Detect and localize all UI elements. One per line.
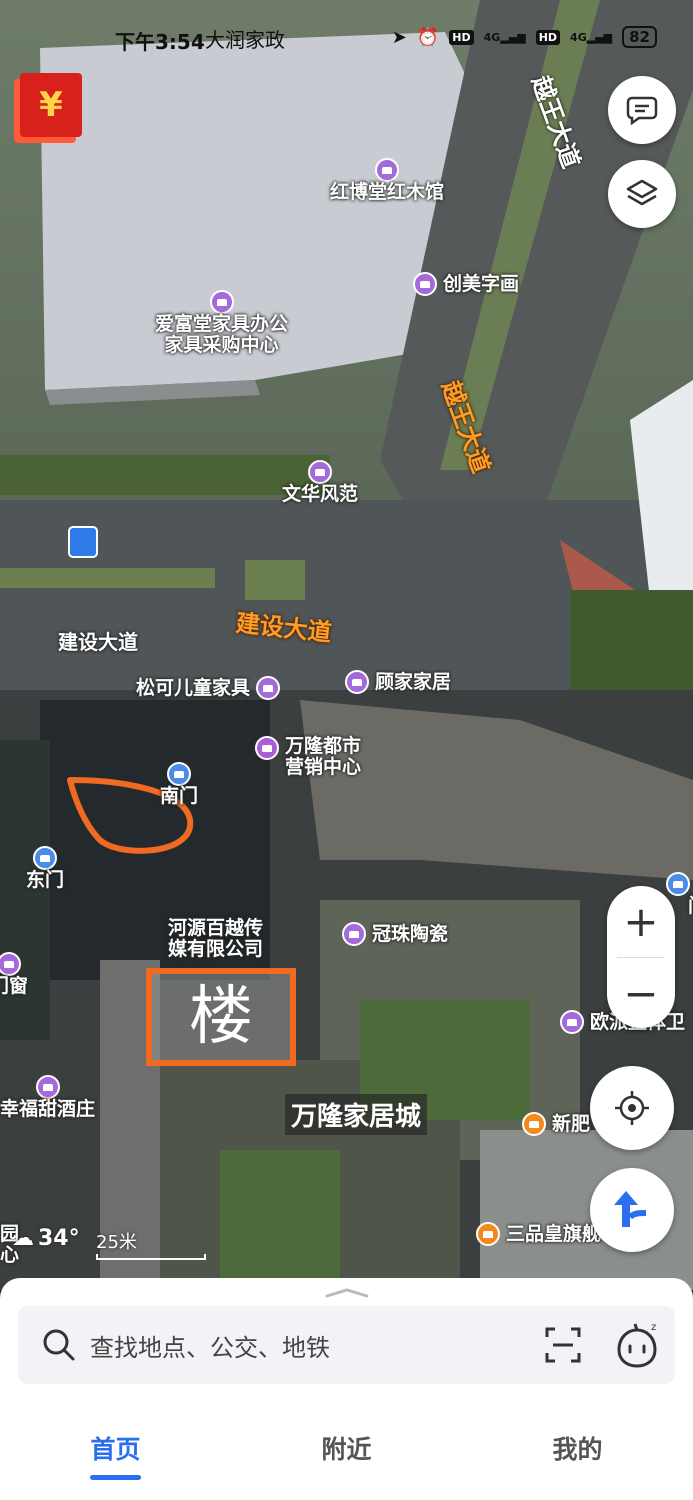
route-arrow-icon xyxy=(614,1191,647,1227)
area-label-wanlong-home[interactable]: 万隆家居城 xyxy=(285,1094,428,1135)
bus-stop[interactable] xyxy=(68,526,98,558)
poi-label: 门 xyxy=(688,896,693,917)
poi-songke[interactable]: 松可儿童家具 xyxy=(136,676,281,700)
assistant-icon[interactable]: z xyxy=(613,1320,661,1370)
poi-label: 松可儿童家具 xyxy=(136,676,251,699)
cloud-icon: ☁ xyxy=(12,1226,34,1251)
poi-pin-icon xyxy=(342,922,366,946)
poi-pin-icon xyxy=(413,272,437,296)
layers-icon xyxy=(626,179,658,206)
poi-label: 万隆都市 xyxy=(285,735,362,757)
poi-guanzhu[interactable]: 冠珠陶瓷 xyxy=(342,922,448,946)
poi-heyuan[interactable]: 河源百越传 媒有限公司 xyxy=(168,918,263,960)
locate-icon xyxy=(615,1091,649,1125)
tab-mine[interactable]: 我的 xyxy=(552,1430,602,1480)
zoom-out-button[interactable]: − xyxy=(607,958,675,1029)
tab-nearby[interactable]: 附近 xyxy=(321,1430,371,1480)
bottom-sheet: 查找地点、公交、地铁 z 首页 附近 我的 xyxy=(0,1278,693,1500)
search-placeholder: 查找地点、公交、地铁 xyxy=(90,1333,330,1362)
status-icons: ➤ ⏰ HD 4G▂▄▆ HD 4G▂▄▆ 82 xyxy=(392,26,657,48)
scale-label: 25米 xyxy=(96,1232,137,1253)
poi-label-2: 家具采购中心 xyxy=(164,334,279,356)
bottom-tab-bar: 首页 附近 我的 xyxy=(0,1410,693,1500)
poi-label: 东门 xyxy=(26,869,65,891)
status-bar: 下午3:54 大润家政 ➤ ⏰ HD 4G▂▄▆ HD 4G▂▄▆ 82 xyxy=(0,22,693,58)
poi-xingfutian[interactable]: 幸福甜酒庄 xyxy=(0,1075,95,1120)
poi-label: 门窗 xyxy=(0,975,29,997)
red-packet-icon[interactable]: ¥ xyxy=(20,73,82,137)
poi-label-2: 营销中心 xyxy=(285,756,362,778)
poi-pin-icon xyxy=(35,1075,60,1099)
location-arrow-icon: ➤ xyxy=(391,26,407,48)
chat-bubble-icon xyxy=(626,96,658,125)
scale-bar xyxy=(96,1254,206,1260)
poi-wanlong[interactable]: 万隆都市 营销中心 xyxy=(255,736,361,778)
poi-menchuang[interactable]: 门窗 xyxy=(0,952,28,997)
poi-chuangmei[interactable]: 创美字画 xyxy=(413,272,519,296)
poi-xinfei[interactable]: 新肥 xyxy=(522,1112,590,1136)
poi-pin-icon xyxy=(256,676,281,700)
annotation-box: 楼 xyxy=(146,968,296,1066)
search-bar[interactable]: 查找地点、公交、地铁 z xyxy=(18,1306,675,1384)
poi-hongbotang[interactable]: 红博堂红木馆 xyxy=(330,158,444,203)
zoom-in-button[interactable]: + xyxy=(607,886,675,957)
locate-button[interactable] xyxy=(590,1066,674,1150)
hd-badge: HD xyxy=(449,29,474,45)
svg-text:z: z xyxy=(651,1322,656,1333)
poi-south-gate[interactable]: 南门 xyxy=(160,762,198,807)
poi-pin-icon xyxy=(308,460,332,484)
signal-icon: 4G▂▄▆ xyxy=(483,30,526,44)
poi-label: 冠珠陶瓷 xyxy=(372,922,449,945)
poi-label: 爱富堂家具办公 xyxy=(155,313,289,335)
food-icon xyxy=(476,1222,500,1246)
layers-button[interactable] xyxy=(608,160,676,228)
poi-wenhua[interactable]: 文华风范 xyxy=(282,460,358,505)
poi-pin-icon xyxy=(345,670,369,694)
sheet-handle-icon[interactable] xyxy=(325,1288,369,1298)
scan-icon[interactable] xyxy=(543,1325,583,1365)
poi-pin-icon xyxy=(209,290,234,314)
poi-sanpin[interactable]: 三品皇旗舰 xyxy=(476,1222,601,1246)
hd-badge-2: HD xyxy=(535,29,561,45)
route-button[interactable] xyxy=(590,1168,674,1252)
poi-label: 三品皇旗舰 xyxy=(506,1222,602,1245)
poi-pin-icon xyxy=(375,158,399,182)
zoom-control: + − xyxy=(607,886,675,1028)
poi-gujia[interactable]: 顾家家居 xyxy=(345,670,451,694)
poi-label-2: 媒有限公司 xyxy=(168,938,264,960)
poi-pin-icon xyxy=(0,952,21,976)
gate-icon xyxy=(33,846,57,870)
poi-label: 红博堂红木馆 xyxy=(330,181,445,203)
poi-label: 顾家家居 xyxy=(375,670,452,693)
tab-home[interactable]: 首页 xyxy=(90,1430,141,1480)
weather-widget[interactable]: ☁ 34° xyxy=(12,1226,80,1251)
search-icon xyxy=(43,1329,75,1361)
poi-label: 创美字画 xyxy=(443,272,520,295)
food-icon xyxy=(522,1112,546,1136)
battery-indicator: 82 xyxy=(622,26,657,48)
status-time: 下午3:54 xyxy=(115,30,205,54)
poi-east-gate[interactable]: 东门 xyxy=(26,846,64,891)
bus-stop-icon xyxy=(68,526,98,558)
status-top-label: 大润家政 xyxy=(205,28,285,52)
signal-icon-2: 4G▂▄▆ xyxy=(570,30,613,44)
poi-aifutang[interactable]: 爱富堂家具办公 家具采购中心 xyxy=(155,290,288,356)
shopping-cart-icon xyxy=(255,736,279,760)
gate-icon xyxy=(167,762,191,786)
road-label-jianshe-white: 建设大道 xyxy=(58,630,138,654)
poi-label: 新肥 xyxy=(552,1112,591,1135)
poi-label: 南门 xyxy=(160,785,199,807)
poi-label: 河源百越传 xyxy=(168,917,264,939)
poi-pin-icon xyxy=(560,1010,584,1034)
poi-label: 文华风范 xyxy=(282,483,359,505)
alarm-icon: ⏰ xyxy=(416,26,440,48)
satellite-map[interactable]: 下午3:54 大润家政 ➤ ⏰ HD 4G▂▄▆ HD 4G▂▄▆ 82 ¥ 越… xyxy=(0,0,693,1290)
feedback-button[interactable] xyxy=(608,76,676,144)
poi-label: 幸福甜酒庄 xyxy=(0,1098,96,1120)
temperature: 34° xyxy=(38,1226,80,1251)
